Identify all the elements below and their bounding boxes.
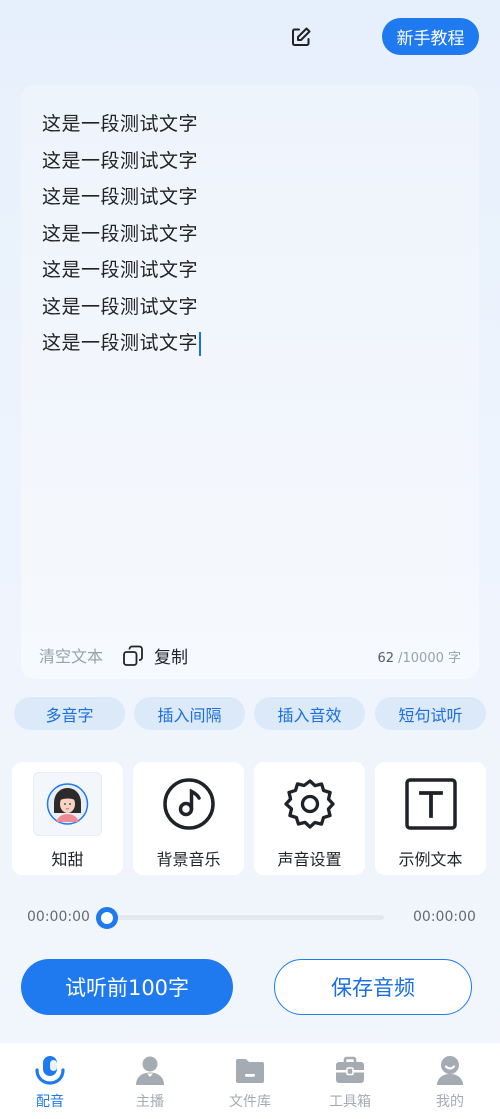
tab-file-library[interactable]: 文件库 xyxy=(200,1043,300,1119)
tab-dubbing[interactable]: 配音 xyxy=(0,1043,100,1119)
tab-mine[interactable]: 我的 xyxy=(400,1043,500,1119)
tutorial-button[interactable]: 新手教程 xyxy=(382,18,479,55)
music-note-icon xyxy=(161,776,217,836)
text-line: 这是一段测试文字 xyxy=(42,150,199,172)
gear-icon xyxy=(281,776,339,838)
bgm-card[interactable]: 背景音乐 xyxy=(133,762,244,875)
sample-text-card[interactable]: 示例文本 xyxy=(375,762,486,875)
avatar-icon xyxy=(46,783,89,825)
text-caret xyxy=(199,331,201,356)
copy-icon xyxy=(123,645,143,666)
tab-anchor[interactable]: 主播 xyxy=(100,1043,200,1119)
total-time: 00:00:00 xyxy=(413,909,476,925)
tab-label: 主播 xyxy=(136,1094,164,1110)
polyphone-chip[interactable]: 多音字 xyxy=(14,697,125,730)
bgm-label: 背景音乐 xyxy=(156,850,221,869)
text-line: 这是一段测试文字 xyxy=(42,223,199,245)
char-count-current: 62 xyxy=(377,651,394,666)
text-line-content: 这是一段测试文字 xyxy=(42,332,199,354)
person-icon xyxy=(134,1054,166,1090)
voice-label: 知甜 xyxy=(51,850,84,869)
char-count: 62 /10000 字 xyxy=(377,647,461,666)
current-time: 00:00:00 xyxy=(27,909,90,925)
toolbox-icon xyxy=(334,1054,366,1090)
tab-toolbox[interactable]: 工具箱 xyxy=(300,1043,400,1119)
progress-thumb[interactable] xyxy=(96,907,118,929)
text-line: 这是一段测试文字 xyxy=(42,186,199,208)
tab-label: 配音 xyxy=(36,1094,64,1110)
voice-card[interactable]: 知甜 xyxy=(12,762,123,875)
clear-text-button[interactable]: 清空文本 xyxy=(39,643,103,667)
tab-label: 文件库 xyxy=(229,1094,271,1110)
sound-settings-label: 声音设置 xyxy=(277,850,342,869)
voice-avatar xyxy=(33,772,102,836)
char-count-max: /10000 字 xyxy=(398,651,461,666)
folder-icon xyxy=(234,1054,266,1090)
sentence-preview-chip[interactable]: 短句试听 xyxy=(375,697,486,730)
tab-label: 工具箱 xyxy=(329,1094,371,1110)
text-editor[interactable]: 这是一段测试文字 这是一段测试文字 这是一段测试文字 这是一段测试文字 这是一段… xyxy=(31,95,469,625)
tab-label: 我的 xyxy=(436,1094,464,1110)
text-line: 这是一段测试文字 xyxy=(42,259,199,281)
insert-sfx-chip[interactable]: 插入音效 xyxy=(254,697,365,730)
bottom-tab-bar: 配音 主播 文件库 工具箱 我的 xyxy=(0,1043,500,1119)
edit-icon[interactable] xyxy=(290,26,312,48)
copy-label: 复制 xyxy=(154,648,188,668)
sound-settings-card[interactable]: 声音设置 xyxy=(254,762,365,875)
insert-pause-chip[interactable]: 插入间隔 xyxy=(134,697,245,730)
progress-track[interactable] xyxy=(106,915,384,920)
text-line: 这是一段测试文字 xyxy=(42,113,199,135)
text-editor-card: 这是一段测试文字 这是一段测试文字 这是一段测试文字 这是一段测试文字 这是一段… xyxy=(21,85,479,679)
profile-icon xyxy=(434,1054,466,1090)
text-line-last: 这是一段测试文字 xyxy=(42,328,201,356)
preview-100-button[interactable]: 试听前100字 xyxy=(21,959,233,1015)
mic-icon xyxy=(33,1054,67,1092)
text-line: 这是一段测试文字 xyxy=(42,296,199,318)
text-t-icon xyxy=(403,776,459,836)
copy-button[interactable]: 复制 xyxy=(121,643,188,668)
save-audio-button[interactable]: 保存音频 xyxy=(274,959,472,1015)
sample-text-label: 示例文本 xyxy=(398,850,463,869)
